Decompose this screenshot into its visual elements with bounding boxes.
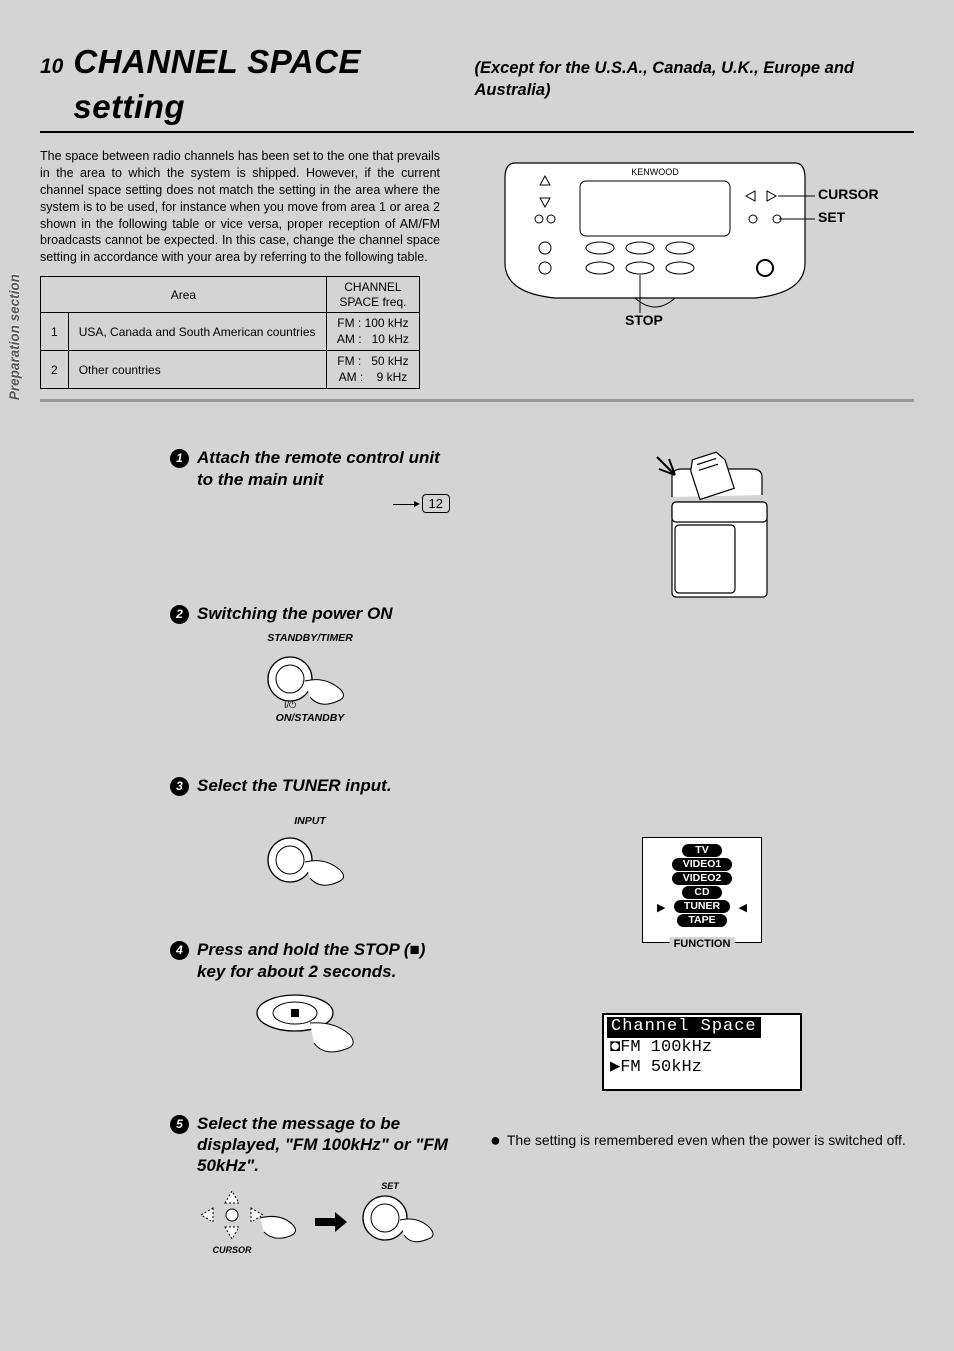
side-tab: Preparation section (6, 274, 24, 400)
function-caption: FUNCTION (670, 937, 735, 952)
step-5: 5 Select the message to be displayed, "F… (170, 1113, 450, 1263)
knob-icon (250, 834, 370, 889)
step-text: Select the message to be displayed, "FM … (197, 1113, 450, 1177)
lcd-row: ◘FM 100kHz (604, 1038, 800, 1058)
intro-paragraph: The space between radio channels has bee… (40, 148, 440, 266)
step-badge: 5 (170, 1115, 189, 1134)
func-item-selected: TUNER (674, 900, 730, 913)
label-stop: STOP (625, 311, 663, 330)
function-menu: TV VIDEO1 VIDEO2 CD ▶ TUNER ◀ TAPE (642, 837, 762, 943)
label-standby-timer: STANDBY/TIMER (170, 631, 450, 645)
th-freq: CHANNEL SPACE freq. (326, 277, 419, 313)
func-item: VIDEO1 (672, 858, 732, 871)
note-text: The setting is remembered even when the … (507, 1131, 906, 1150)
svg-text:KENWOOD: KENWOOD (631, 167, 679, 177)
label-on-standby: ON/STANDBY (170, 711, 450, 725)
func-item: TV (682, 844, 722, 857)
lcd-display: Channel Space ◘FM 100kHz ▶FM 50kHz (602, 1013, 802, 1090)
svg-text:I/⏻: I/⏻ (284, 700, 296, 710)
lcd-row: ▶FM 50kHz (604, 1058, 800, 1078)
table-row: 2 Other countries FM : 50 kHz AM : 9 kHz (41, 351, 420, 389)
step-text: Attach the remote control unit to the ma… (197, 447, 450, 490)
step-1: 1 Attach the remote control unit to the … (170, 447, 450, 513)
page-subtitle: (Except for the U.S.A., Canada, U.K., Eu… (474, 57, 914, 102)
func-item: CD (682, 886, 722, 899)
page-header: 10 CHANNEL SPACE setting (Except for the… (40, 40, 914, 133)
step-3: 3 Select the TUNER input. INPUT (170, 775, 450, 889)
footnote: ● The setting is remembered even when th… (490, 1131, 914, 1150)
step-text: Select the TUNER input. (197, 775, 450, 796)
step-text: Switching the power ON (197, 603, 450, 624)
step-4: 4 Press and hold the STOP (■) key for ab… (170, 939, 450, 1063)
step-2: 2 Switching the power ON STANDBY/TIMER I… (170, 603, 450, 725)
section-divider (40, 399, 914, 402)
page-number: 10 (40, 53, 63, 81)
page-ref: 12 (422, 494, 450, 514)
step-badge: 2 (170, 605, 189, 624)
step-text: Press and hold the STOP (■) key for abou… (197, 939, 450, 982)
func-item: TAPE (677, 914, 727, 927)
label-cursor: CURSOR (818, 185, 879, 204)
table-row: 1 USA, Canada and South American countri… (41, 313, 420, 351)
cursor-set-icon: CURSOR SET (195, 1183, 425, 1263)
bullet-icon: ● (490, 1131, 501, 1150)
pointer-left-icon: ▶ (657, 901, 665, 916)
lcd-title: Channel Space (607, 1017, 761, 1037)
step-badge: 1 (170, 449, 189, 468)
step-badge: 4 (170, 941, 189, 960)
label-set: SET (818, 208, 845, 227)
remote-attach-illustration (612, 447, 792, 617)
stop-button-icon (240, 988, 380, 1063)
th-area: Area (41, 277, 327, 313)
label-input: INPUT (170, 814, 450, 828)
knob-icon: I/⏻ (250, 651, 370, 711)
area-table: Area CHANNEL SPACE freq. 1 USA, Canada a… (40, 276, 420, 389)
func-item: VIDEO2 (672, 872, 732, 885)
svg-text:CURSOR: CURSOR (212, 1245, 252, 1255)
page-title: CHANNEL SPACE setting (73, 40, 464, 129)
step-badge: 3 (170, 777, 189, 796)
svg-text:SET: SET (381, 1181, 400, 1191)
device-diagram: KENWOOD (465, 148, 914, 328)
pointer-right-icon: ◀ (739, 901, 747, 916)
